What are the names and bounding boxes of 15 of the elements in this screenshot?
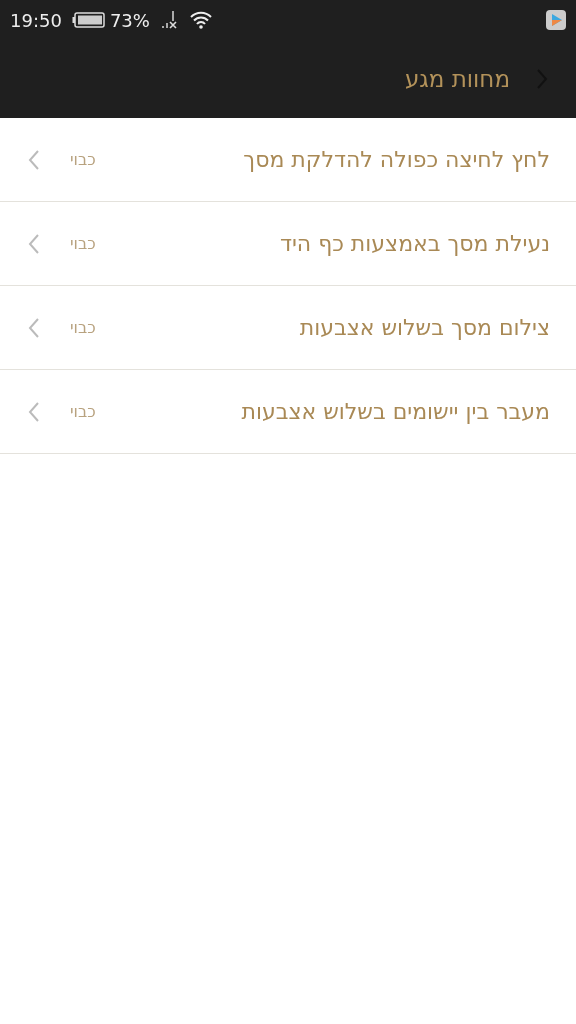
settings-row[interactable]: מעבר בין יישומים בשלוש אצבעות כבוי [0,370,576,454]
no-signal-icon [161,11,178,29]
settings-row[interactable]: צילום מסך בשלוש אצבעות כבוי [0,286,576,370]
settings-row[interactable]: לחץ לחיצה כפולה להדלקת מסך כבוי [0,118,576,202]
wifi-icon [189,11,212,29]
chevron-icon [28,148,40,171]
chevron-icon [28,316,40,339]
page-title: מחוות מגע [404,66,510,92]
battery-icon [71,12,106,28]
chevron-icon [28,232,40,255]
status-time: 19:50 [10,9,62,31]
battery-percentage: 73% [109,9,150,31]
chevron-icon [28,400,40,423]
settings-row[interactable]: נעילת מסך באמצעות כף היד כבוי [0,202,576,286]
play-store-icon [546,10,566,30]
